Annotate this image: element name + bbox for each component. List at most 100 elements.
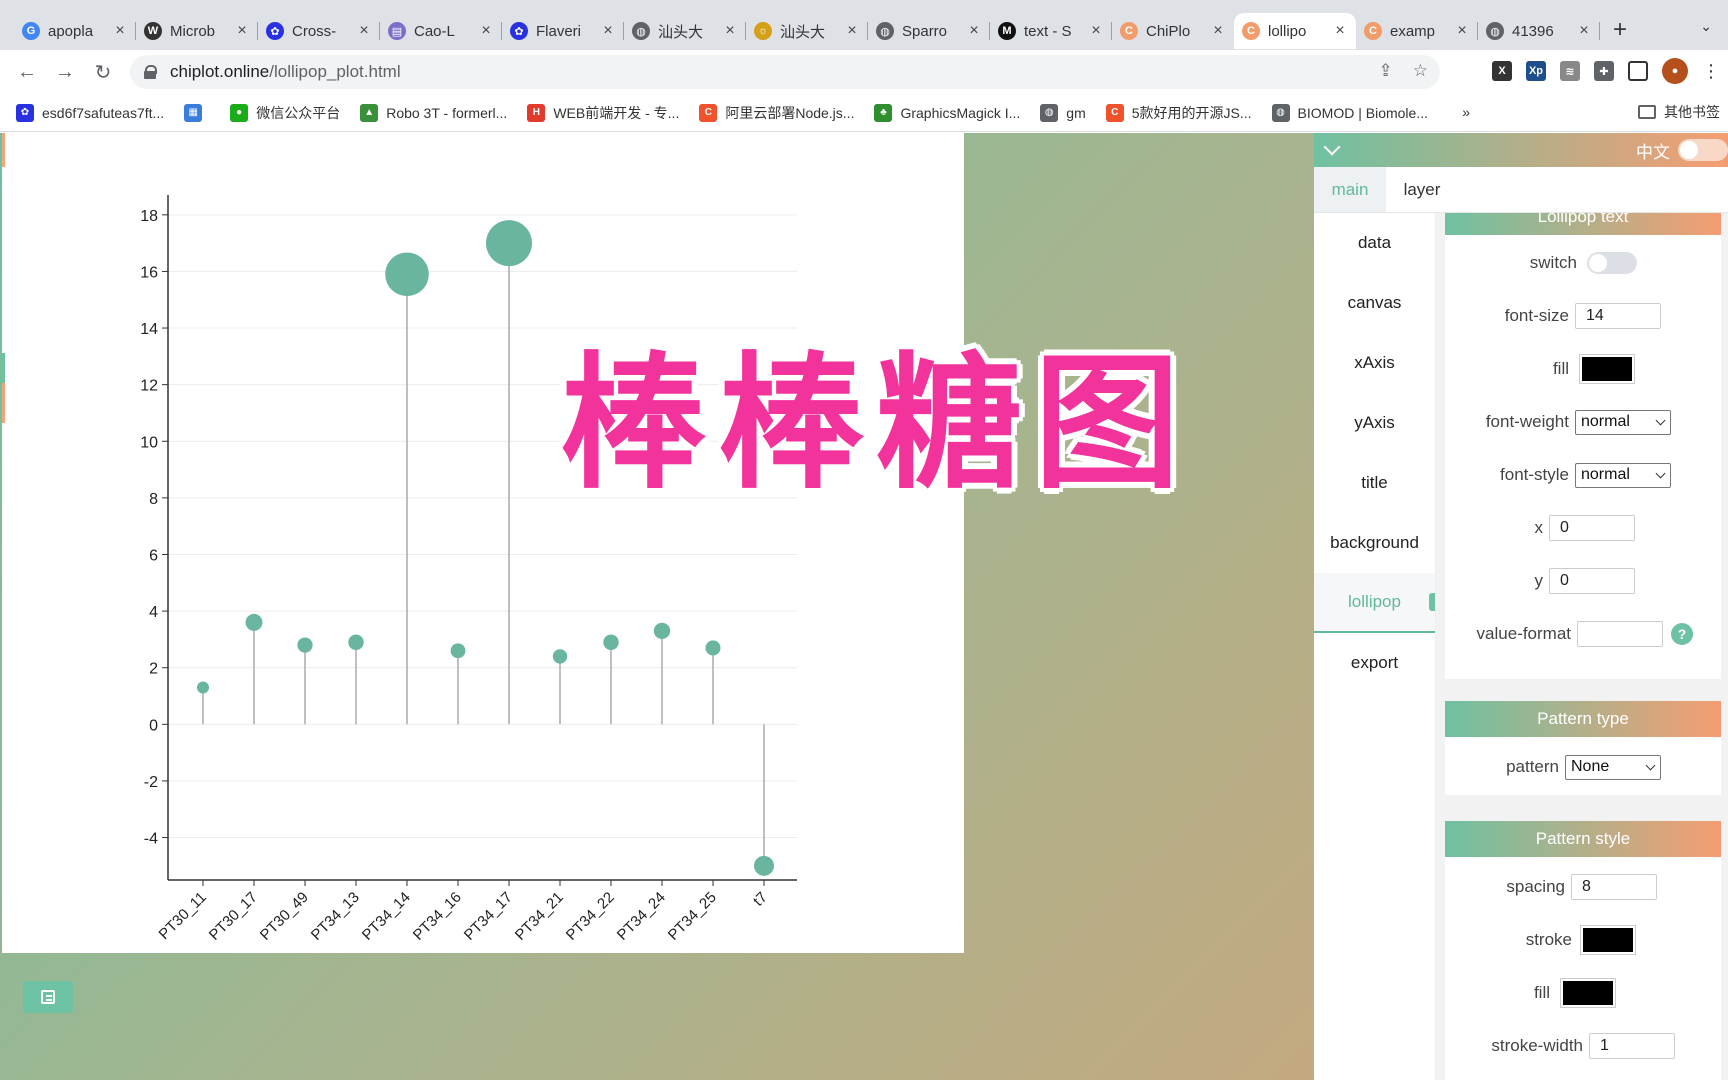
stroke-width-input[interactable]: 1 bbox=[1589, 1033, 1675, 1059]
lollipop-point bbox=[245, 613, 263, 631]
close-icon[interactable]: × bbox=[1210, 22, 1226, 40]
close-icon[interactable]: × bbox=[1576, 22, 1592, 40]
m-icon: M bbox=[998, 22, 1016, 40]
stroke-width-label: stroke-width bbox=[1491, 1036, 1583, 1055]
browser-tab[interactable]: Cexamp × bbox=[1356, 13, 1478, 49]
pattern-fill-color-picker[interactable] bbox=[1560, 978, 1616, 1008]
bookmark-item[interactable]: C 5款好用的开源JS... bbox=[1105, 103, 1252, 123]
close-icon[interactable]: × bbox=[478, 22, 494, 40]
bookmark-item[interactable]: ▦ bbox=[184, 103, 210, 122]
browser-tab[interactable]: W Microb × bbox=[136, 13, 258, 49]
browser-tab[interactable]: ✿ Cross- × bbox=[258, 13, 380, 49]
address-bar[interactable]: chiplot.online/lollipop_plot.html ⇪ ☆ bbox=[130, 55, 1440, 89]
tab-main[interactable]: main bbox=[1314, 167, 1386, 212]
profile-avatar[interactable]: ● bbox=[1662, 58, 1688, 84]
lock-icon[interactable] bbox=[144, 65, 157, 79]
x-input[interactable]: 0 bbox=[1549, 515, 1635, 541]
settings-nav: data canvas xAxis yAxis title background lolli… bbox=[1314, 213, 1436, 1080]
settings-nav-item[interactable]: title bbox=[1314, 453, 1435, 513]
value-format-input[interactable] bbox=[1577, 621, 1663, 647]
pattern-row: pattern None bbox=[1445, 751, 1721, 783]
font-size-input[interactable]: 14 bbox=[1575, 303, 1661, 329]
language-switch[interactable]: 中文 bbox=[1636, 138, 1728, 163]
extension-x-icon[interactable]: X bbox=[1492, 61, 1512, 81]
tab-search-chevron-icon[interactable]: ⌄ bbox=[1700, 18, 1712, 35]
settings-nav-item[interactable]: data bbox=[1314, 213, 1435, 273]
bookmark-item[interactable]: ✿ esd6f7safuteas7ft... bbox=[16, 103, 164, 122]
close-icon[interactable]: × bbox=[966, 22, 982, 40]
lollipop-text-switch[interactable] bbox=[1587, 252, 1637, 274]
browser-tab[interactable]: ◍ Sparro × bbox=[868, 13, 990, 49]
y-tick-label: 6 bbox=[149, 547, 158, 564]
bookmark-item[interactable]: ◍ gm bbox=[1040, 103, 1086, 122]
spacing-input[interactable]: 8 bbox=[1571, 874, 1657, 900]
y-tick-label: 16 bbox=[140, 264, 158, 281]
browser-tab[interactable]: Mtext - S × bbox=[990, 13, 1112, 49]
settings-nav-item[interactable]: background bbox=[1314, 513, 1435, 573]
browser-tab[interactable]: ▤ Cao-L × bbox=[380, 13, 502, 49]
bookmark-star-icon[interactable]: ☆ bbox=[1413, 61, 1428, 81]
value-format-label: value-format bbox=[1476, 624, 1571, 643]
forward-arrow-icon[interactable]: → bbox=[46, 61, 84, 84]
y-tick-label: 12 bbox=[140, 378, 158, 395]
bookmark-item[interactable]: ● 微信公众平台 bbox=[230, 103, 340, 123]
other-bookmarks-folder[interactable]: 其他书签 bbox=[1638, 102, 1720, 122]
browser-menu-icon[interactable]: ⋮ bbox=[1702, 61, 1720, 82]
pattern-style-section: Pattern style spacing 8 stroke fill stro… bbox=[1445, 821, 1721, 1080]
tab-layer[interactable]: layer bbox=[1386, 167, 1458, 212]
bookmark-favicon-icon: ▲ bbox=[360, 103, 379, 122]
browser-tab[interactable]: ◍ 41396 × bbox=[1478, 13, 1600, 49]
pattern-select[interactable]: None bbox=[1565, 754, 1661, 780]
bookmark-item[interactable]: ◍ BIOMOD | Biomole... bbox=[1271, 103, 1428, 122]
bookmark-label: 微信公众平台 bbox=[256, 104, 341, 121]
reload-icon[interactable]: ↻ bbox=[84, 60, 122, 85]
fill-color-picker[interactable] bbox=[1579, 354, 1635, 384]
font-weight-select[interactable]: normal bbox=[1575, 409, 1671, 435]
close-icon[interactable]: × bbox=[112, 22, 128, 40]
y-tick-label: 18 bbox=[140, 208, 158, 225]
share-icon[interactable]: ⇪ bbox=[1379, 61, 1393, 81]
help-icon[interactable]: ? bbox=[1671, 623, 1693, 645]
close-icon[interactable]: × bbox=[844, 22, 860, 40]
settings-nav-item[interactable]: canvas bbox=[1314, 273, 1435, 333]
browser-tab[interactable]: ◍ 汕头大 × bbox=[624, 13, 746, 49]
extension-xp-icon[interactable]: Xp bbox=[1526, 61, 1546, 81]
new-tab-button[interactable]: + bbox=[1600, 16, 1640, 44]
close-icon[interactable]: × bbox=[234, 22, 250, 40]
close-icon[interactable]: × bbox=[1332, 22, 1348, 40]
bookmark-item[interactable]: ▲ Robo 3T - formerl... bbox=[360, 103, 507, 122]
extension-stack-icon[interactable]: ≋ bbox=[1560, 61, 1580, 81]
edit-button[interactable] bbox=[23, 981, 73, 1013]
settings-nav-item[interactable]: yAxis bbox=[1314, 393, 1435, 453]
close-icon[interactable]: × bbox=[600, 22, 616, 40]
browser-tab[interactable]: ✿ Flaveri × bbox=[502, 13, 624, 49]
settings-nav-item[interactable]: xAxis bbox=[1314, 333, 1435, 393]
bookmark-favicon-icon: ▦ bbox=[184, 103, 203, 122]
stroke-color-picker[interactable] bbox=[1580, 925, 1636, 955]
browser-tab[interactable]: Gapopla × bbox=[14, 13, 136, 49]
more-bookmarks-button[interactable]: » bbox=[1462, 104, 1470, 120]
bookmark-item[interactable]: H WEB前端开发 - 专... bbox=[527, 103, 679, 123]
chiplot-icon: C bbox=[1364, 22, 1382, 40]
settings-nav-item[interactable]: export bbox=[1314, 633, 1435, 693]
y-input[interactable]: 0 bbox=[1549, 568, 1635, 594]
browser-tab[interactable]: ☼ 汕头大 × bbox=[746, 13, 868, 49]
collapse-chevron-icon[interactable] bbox=[1323, 138, 1341, 156]
fill-row: fill bbox=[1445, 353, 1721, 385]
side-panel-icon[interactable] bbox=[1628, 61, 1648, 81]
settings-nav-item[interactable]: lollipop bbox=[1314, 573, 1435, 633]
bookmark-item[interactable]: ♣ GraphicsMagick I... bbox=[874, 103, 1020, 122]
language-toggle[interactable] bbox=[1678, 139, 1728, 161]
font-style-select[interactable]: normal bbox=[1575, 462, 1671, 488]
browser-tab[interactable]: Clollipo × bbox=[1234, 13, 1356, 49]
close-icon[interactable]: × bbox=[356, 22, 372, 40]
tab-title: Microb bbox=[170, 22, 216, 40]
close-icon[interactable]: × bbox=[1454, 22, 1470, 40]
back-arrow-icon[interactable]: ← bbox=[8, 61, 46, 84]
close-icon[interactable]: × bbox=[722, 22, 738, 40]
browser-tab[interactable]: C ChiPlo × bbox=[1112, 13, 1234, 49]
bookmark-item[interactable]: C 阿里云部署Node.js... bbox=[699, 103, 854, 123]
switch-label: switch bbox=[1529, 253, 1577, 272]
extensions-puzzle-icon[interactable]: ✚ bbox=[1594, 61, 1614, 81]
close-icon[interactable]: × bbox=[1088, 22, 1104, 40]
